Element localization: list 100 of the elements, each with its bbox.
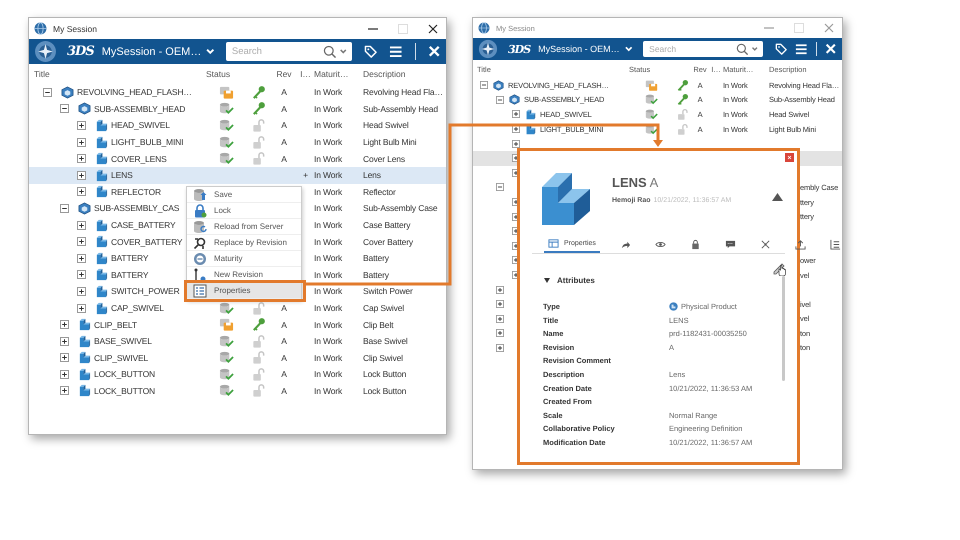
column-header[interactable]: Maturit… — [314, 69, 363, 79]
expand-icon[interactable] — [77, 220, 86, 230]
menu-item[interactable]: Save — [187, 187, 301, 203]
expand-icon[interactable] — [496, 344, 504, 352]
item-title[interactable]: REFLECTOR — [111, 186, 161, 197]
scrollbar[interactable] — [782, 276, 785, 381]
maturity-cell: In Work — [314, 120, 342, 130]
menu-icon[interactable] — [389, 44, 402, 58]
expand-icon[interactable] — [496, 314, 504, 323]
expand-icon[interactable] — [496, 286, 504, 294]
tag-icon[interactable] — [364, 44, 377, 58]
expand-icon[interactable] — [77, 237, 86, 246]
maturity-cell: In Work — [314, 186, 342, 197]
search-icon[interactable] — [322, 44, 336, 58]
item-title[interactable]: CASE_BATTERY — [111, 220, 176, 230]
description-cell: Cap Swivel — [363, 303, 404, 314]
expand-icon[interactable] — [77, 120, 86, 130]
expand-icon[interactable] — [77, 286, 86, 296]
part-icon — [95, 302, 108, 315]
collapse-icon[interactable] — [60, 104, 69, 114]
chevron-down-icon[interactable] — [624, 44, 634, 54]
session-dropdown[interactable]: MySession - OEM… — [102, 46, 216, 58]
item-title[interactable]: LIGHT_BULB_MINI — [111, 137, 184, 148]
expand-icon[interactable] — [60, 370, 69, 379]
chevron-down-icon[interactable] — [205, 46, 216, 57]
maturity-cell: In Work — [314, 303, 342, 314]
maturity-cell: In Work — [314, 170, 342, 180]
item-title[interactable]: SUB-ASSEMBLY_CAS — [94, 203, 180, 214]
item-title[interactable]: SUB-ASSEMBLY_HEAD — [94, 104, 186, 114]
column-header[interactable]: Description — [363, 69, 446, 79]
close-icon[interactable] — [428, 24, 438, 34]
expand-icon[interactable] — [77, 170, 86, 180]
item-title[interactable]: SWITCH_POWER — [111, 286, 180, 296]
expand-icon[interactable] — [496, 300, 504, 308]
expand-icon[interactable] — [77, 138, 86, 147]
column-header[interactable]: Status — [206, 69, 246, 79]
list-icon — [193, 284, 207, 298]
search-icon[interactable] — [736, 42, 748, 56]
expand-icon[interactable] — [77, 304, 86, 313]
collapse-icon[interactable] — [480, 81, 488, 90]
collapse-icon[interactable] — [43, 88, 52, 97]
part-icon — [95, 152, 108, 166]
column-header[interactable]: Title — [34, 69, 206, 79]
revision-cell: A — [281, 386, 287, 396]
part-icon — [95, 268, 108, 282]
collapse-caret-icon[interactable] — [772, 193, 783, 201]
section-title[interactable]: Attributes — [557, 276, 595, 285]
expand-icon[interactable] — [77, 270, 86, 280]
compass-icon[interactable] — [478, 39, 498, 59]
selected-row[interactable]: LENS + In Work Lens — [29, 166, 446, 184]
part-icon — [78, 384, 91, 398]
chevron-down-icon[interactable] — [339, 47, 348, 56]
revision-cell: A — [281, 320, 287, 330]
tag-icon[interactable] — [774, 42, 787, 56]
column-header[interactable]: I… — [297, 69, 314, 79]
chevron-down-icon[interactable] — [751, 45, 758, 53]
expand-icon[interactable] — [77, 187, 86, 196]
search-field[interactable]: Search — [643, 41, 762, 57]
expand-icon[interactable] — [60, 336, 69, 346]
item-title[interactable]: LOCK_BUTTON — [94, 386, 156, 396]
search-field[interactable]: Search — [226, 42, 352, 61]
description-cell: Light Bulb Mini — [363, 137, 417, 148]
session-dropdown[interactable]: MySession - OEM… — [538, 44, 634, 54]
item-title[interactable]: BATTERY — [111, 270, 148, 280]
compass-icon[interactable] — [34, 40, 57, 63]
expand-icon[interactable] — [77, 154, 86, 164]
menu-item[interactable]: Lock — [187, 203, 301, 219]
collapse-icon[interactable] — [496, 96, 504, 104]
item-title[interactable]: LENS — [111, 170, 133, 180]
column-header[interactable]: Rev — [271, 69, 297, 79]
item-title[interactable]: COVER_LENS — [111, 154, 167, 164]
item-title[interactable]: COVER_BATTERY — [111, 236, 182, 247]
item-title[interactable]: BASE_SWIVEL — [94, 336, 152, 346]
expand-icon[interactable] — [512, 110, 520, 118]
padlock-icon — [690, 238, 701, 250]
collapse-triangle-icon[interactable] — [544, 278, 550, 283]
item-title[interactable]: CLIP_BELT — [94, 320, 137, 330]
item-title[interactable]: CLIP_SWIVEL — [94, 352, 148, 363]
menu-item[interactable]: Properties — [187, 283, 301, 299]
item-title[interactable]: LOCK_BUTTON — [94, 369, 156, 380]
item-title[interactable]: BATTERY — [111, 253, 148, 264]
menu-item[interactable]: Maturity — [187, 251, 301, 267]
expand-icon[interactable] — [60, 353, 69, 362]
expand-icon[interactable] — [60, 320, 69, 330]
item-title[interactable]: HEAD_SWIVEL — [111, 120, 170, 130]
collapse-icon[interactable] — [496, 183, 504, 192]
part-icon — [525, 124, 536, 135]
collapse-icon[interactable] — [60, 204, 69, 213]
expand-icon[interactable] — [60, 386, 69, 396]
menu-icon[interactable] — [795, 42, 808, 56]
part-icon — [95, 168, 108, 182]
item-title[interactable]: REVOLVING_HEAD_FLASH… — [77, 87, 192, 98]
item-title[interactable]: CAP_SWIVEL — [111, 303, 164, 314]
menu-item[interactable]: Reload from Server — [187, 219, 301, 235]
menu-item[interactable]: Replace by Revision — [187, 235, 301, 251]
close-button[interactable] — [785, 153, 794, 162]
expand-icon[interactable] — [77, 254, 86, 263]
revision-cell: A — [281, 352, 287, 363]
expand-icon[interactable] — [512, 140, 520, 148]
expand-icon[interactable] — [496, 329, 504, 338]
